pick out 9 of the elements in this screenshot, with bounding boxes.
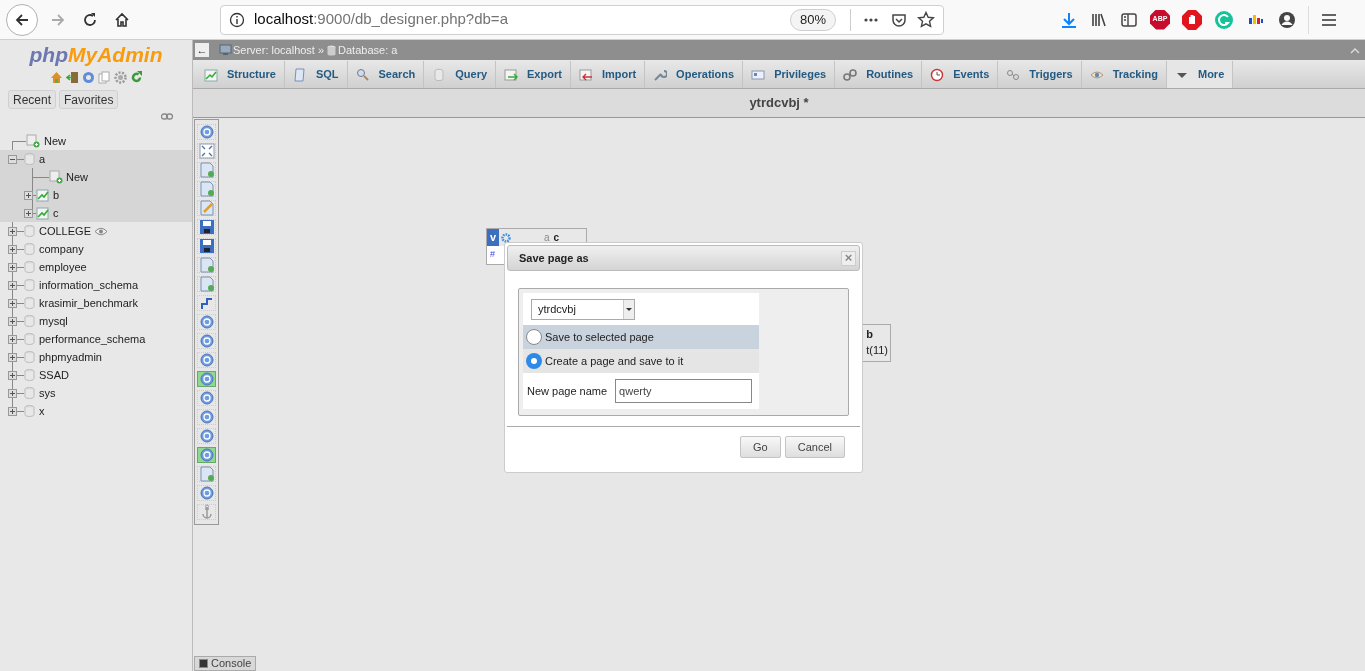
column-type: t(11) — [866, 343, 888, 358]
dialog-title: Save page as — [519, 250, 590, 266]
field-label: New page name — [527, 383, 608, 399]
database-name: a — [544, 231, 550, 245]
table-name: c — [553, 231, 560, 245]
table-name: b — [866, 327, 873, 342]
breadcrumb-separator: » — [317, 42, 325, 58]
page-title: ytrdcvbj * — [749, 94, 809, 113]
column-marker: # — [490, 248, 495, 262]
